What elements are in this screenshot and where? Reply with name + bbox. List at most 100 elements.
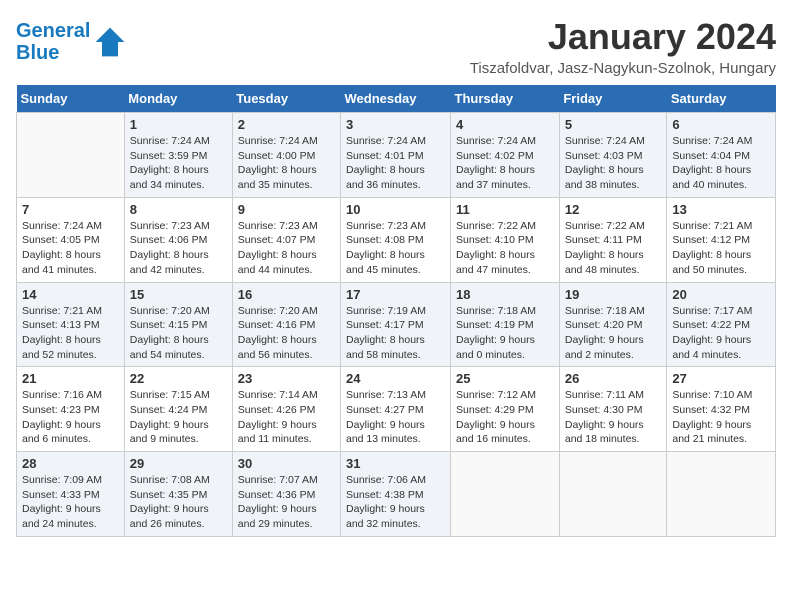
day-number: 16 (238, 287, 335, 302)
calendar-cell: 15 Sunrise: 7:20 AMSunset: 4:15 PMDayligh… (124, 282, 232, 367)
day-info: Sunrise: 7:07 AMSunset: 4:36 PMDaylight:… (238, 473, 335, 532)
calendar-body: 1 Sunrise: 7:24 AMSunset: 3:59 PMDaylight… (17, 113, 776, 537)
day-number: 3 (346, 117, 445, 132)
week-row-1: 1 Sunrise: 7:24 AMSunset: 3:59 PMDaylight… (17, 113, 776, 198)
day-info: Sunrise: 7:24 AMSunset: 4:05 PMDaylight:… (22, 219, 119, 278)
day-info: Sunrise: 7:16 AMSunset: 4:23 PMDaylight:… (22, 388, 119, 447)
day-info: Sunrise: 7:09 AMSunset: 4:33 PMDaylight:… (22, 473, 119, 532)
day-info: Sunrise: 7:20 AMSunset: 4:16 PMDaylight:… (238, 304, 335, 363)
day-info: Sunrise: 7:23 AMSunset: 4:07 PMDaylight:… (238, 219, 335, 278)
day-info: Sunrise: 7:23 AMSunset: 4:08 PMDaylight:… (346, 219, 445, 278)
calendar-cell: 13Sunrise: 7:21 AMSunset: 4:12 PMDayligh… (667, 197, 776, 282)
calendar-cell: 21 Sunrise: 7:16 AMSunset: 4:23 PMDayligh… (17, 367, 125, 452)
calendar-cell: 16 Sunrise: 7:20 AMSunset: 4:16 PMDayligh… (232, 282, 340, 367)
calendar-cell: 29 Sunrise: 7:08 AMSunset: 4:35 PMDayligh… (124, 452, 232, 537)
calendar-cell: 14Sunrise: 7:21 AMSunset: 4:13 PMDayligh… (17, 282, 125, 367)
day-info: Sunrise: 7:24 AMSunset: 4:02 PMDaylight:… (456, 134, 554, 193)
week-row-3: 14Sunrise: 7:21 AMSunset: 4:13 PMDayligh… (17, 282, 776, 367)
day-info: Sunrise: 7:14 AMSunset: 4:26 PMDaylight:… (238, 388, 335, 447)
calendar-cell: 22Sunrise: 7:15 AMSunset: 4:24 PMDayligh… (124, 367, 232, 452)
calendar-table: SundayMondayTuesdayWednesdayThursdayFrid… (16, 85, 776, 537)
calendar-cell: 5 Sunrise: 7:24 AMSunset: 4:03 PMDaylight… (559, 113, 667, 198)
logo: General Blue (16, 20, 126, 64)
calendar-cell: 2 Sunrise: 7:24 AMSunset: 4:00 PMDaylight… (232, 113, 340, 198)
day-info: Sunrise: 7:22 AMSunset: 4:11 PMDaylight:… (565, 219, 662, 278)
calendar-cell: 11 Sunrise: 7:22 AMSunset: 4:10 PMDayligh… (451, 197, 560, 282)
header: General Blue January 2024 Tiszafoldvar, … (16, 16, 776, 77)
day-number: 2 (238, 117, 335, 132)
day-info: Sunrise: 7:10 AMSunset: 4:32 PMDaylight:… (672, 388, 770, 447)
calendar-cell: 9 Sunrise: 7:23 AMSunset: 4:07 PMDaylight… (232, 197, 340, 282)
day-info: Sunrise: 7:20 AMSunset: 4:15 PMDaylight:… (130, 304, 227, 363)
day-info: Sunrise: 7:12 AMSunset: 4:29 PMDaylight:… (456, 388, 554, 447)
day-number: 19 (565, 287, 662, 302)
day-number: 5 (565, 117, 662, 132)
logo-text: General (16, 20, 90, 42)
day-number: 13 (672, 202, 770, 217)
day-number: 22 (130, 371, 227, 386)
calendar-cell: 8 Sunrise: 7:23 AMSunset: 4:06 PMDaylight… (124, 197, 232, 282)
day-number: 25 (456, 371, 554, 386)
day-number: 15 (130, 287, 227, 302)
day-number: 30 (238, 456, 335, 471)
calendar-cell: 12 Sunrise: 7:22 AMSunset: 4:11 PMDayligh… (559, 197, 667, 282)
day-info: Sunrise: 7:08 AMSunset: 4:35 PMDaylight:… (130, 473, 227, 532)
calendar-cell (451, 452, 560, 537)
calendar-cell: 24Sunrise: 7:13 AMSunset: 4:27 PMDayligh… (341, 367, 451, 452)
header-row: SundayMondayTuesdayWednesdayThursdayFrid… (17, 85, 776, 113)
calendar-cell: 4 Sunrise: 7:24 AMSunset: 4:02 PMDaylight… (451, 113, 560, 198)
day-info: Sunrise: 7:06 AMSunset: 4:38 PMDaylight:… (346, 473, 445, 532)
day-info: Sunrise: 7:17 AMSunset: 4:22 PMDaylight:… (672, 304, 770, 363)
header-day-tuesday: Tuesday (232, 85, 340, 113)
week-row-2: 7Sunrise: 7:24 AMSunset: 4:05 PMDaylight… (17, 197, 776, 282)
day-number: 27 (672, 371, 770, 386)
day-number: 29 (130, 456, 227, 471)
day-number: 1 (130, 117, 227, 132)
day-number: 9 (238, 202, 335, 217)
calendar-cell: 7Sunrise: 7:24 AMSunset: 4:05 PMDaylight… (17, 197, 125, 282)
day-number: 4 (456, 117, 554, 132)
day-number: 8 (130, 202, 227, 217)
week-row-5: 28 Sunrise: 7:09 AMSunset: 4:33 PMDayligh… (17, 452, 776, 537)
logo-blue: Blue (16, 42, 90, 64)
day-info: Sunrise: 7:24 AMSunset: 3:59 PMDaylight:… (130, 134, 227, 193)
calendar-cell: 3 Sunrise: 7:24 AMSunset: 4:01 PMDaylight… (341, 113, 451, 198)
calendar-header: SundayMondayTuesdayWednesdayThursdayFrid… (17, 85, 776, 113)
header-day-monday: Monday (124, 85, 232, 113)
day-number: 23 (238, 371, 335, 386)
calendar-cell: 27 Sunrise: 7:10 AMSunset: 4:32 PMDayligh… (667, 367, 776, 452)
calendar-cell (17, 113, 125, 198)
day-info: Sunrise: 7:24 AMSunset: 4:03 PMDaylight:… (565, 134, 662, 193)
day-info: Sunrise: 7:24 AMSunset: 4:01 PMDaylight:… (346, 134, 445, 193)
calendar-cell: 19 Sunrise: 7:18 AMSunset: 4:20 PMDayligh… (559, 282, 667, 367)
header-day-wednesday: Wednesday (341, 85, 451, 113)
calendar-cell: 18Sunrise: 7:18 AMSunset: 4:19 PMDayligh… (451, 282, 560, 367)
day-number: 20 (672, 287, 770, 302)
calendar-cell (667, 452, 776, 537)
month-title: January 2024 (470, 16, 776, 58)
day-info: Sunrise: 7:11 AMSunset: 4:30 PMDaylight:… (565, 388, 662, 447)
day-number: 18 (456, 287, 554, 302)
calendar-cell: 30 Sunrise: 7:07 AMSunset: 4:36 PMDayligh… (232, 452, 340, 537)
calendar-cell: 31 Sunrise: 7:06 AMSunset: 4:38 PMDayligh… (341, 452, 451, 537)
week-row-4: 21 Sunrise: 7:16 AMSunset: 4:23 PMDayligh… (17, 367, 776, 452)
day-number: 17 (346, 287, 445, 302)
day-number: 12 (565, 202, 662, 217)
day-number: 31 (346, 456, 445, 471)
day-info: Sunrise: 7:18 AMSunset: 4:20 PMDaylight:… (565, 304, 662, 363)
calendar-cell: 1 Sunrise: 7:24 AMSunset: 3:59 PMDaylight… (124, 113, 232, 198)
location-title: Tiszafoldvar, Jasz-Nagykun-Szolnok, Hung… (470, 60, 776, 77)
calendar-cell (559, 452, 667, 537)
day-info: Sunrise: 7:24 AMSunset: 4:00 PMDaylight:… (238, 134, 335, 193)
header-day-saturday: Saturday (667, 85, 776, 113)
calendar-cell: 28 Sunrise: 7:09 AMSunset: 4:33 PMDayligh… (17, 452, 125, 537)
day-info: Sunrise: 7:23 AMSunset: 4:06 PMDaylight:… (130, 219, 227, 278)
calendar-cell: 20 Sunrise: 7:17 AMSunset: 4:22 PMDayligh… (667, 282, 776, 367)
title-area: January 2024 Tiszafoldvar, Jasz-Nagykun-… (470, 16, 776, 77)
logo-general: General (16, 20, 90, 42)
day-info: Sunrise: 7:22 AMSunset: 4:10 PMDaylight:… (456, 219, 554, 278)
day-number: 11 (456, 202, 554, 217)
day-number: 21 (22, 371, 119, 386)
logo-icon (94, 26, 126, 58)
day-number: 28 (22, 456, 119, 471)
